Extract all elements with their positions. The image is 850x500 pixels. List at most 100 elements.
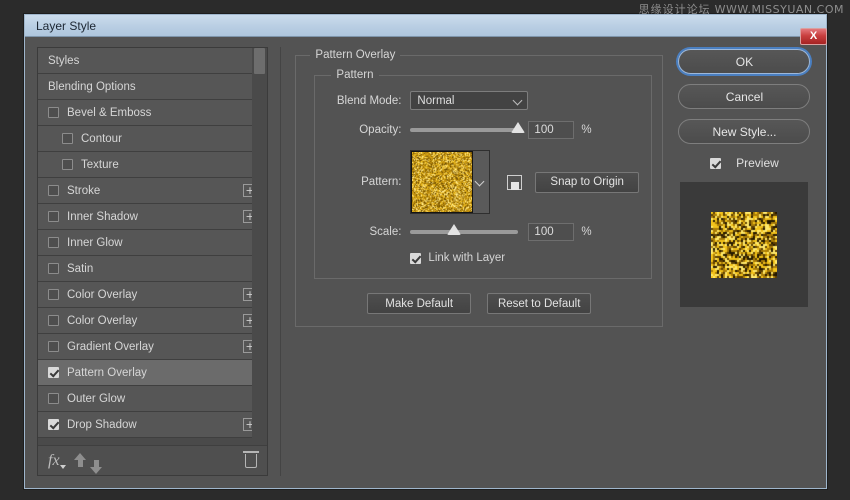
- pattern-subgroup: Pattern Blend Mode: Normal Opacity:: [314, 69, 652, 279]
- style-row-label: Contour: [81, 133, 260, 145]
- styles-list[interactable]: Styles Blending Options Bevel & Emboss Cont…: [38, 48, 267, 445]
- ok-button[interactable]: OK: [678, 49, 810, 74]
- style-row-label: Blending Options: [48, 81, 260, 93]
- watermark: 思缘设计论坛 WWW.MISSYUAN.COM: [639, 1, 844, 17]
- style-row-satin[interactable]: Satin: [38, 256, 266, 282]
- pattern-swatch[interactable]: [411, 151, 473, 213]
- style-row-label: Satin: [67, 263, 260, 275]
- styles-column: Styles Blending Options Bevel & Emboss Cont…: [37, 47, 268, 476]
- style-checkbox[interactable]: [48, 419, 59, 430]
- style-row-bevel-emboss[interactable]: Bevel & Emboss: [38, 100, 266, 126]
- dialog-body: Styles Blending Options Bevel & Emboss Cont…: [25, 37, 826, 488]
- preview-row[interactable]: Preview: [710, 156, 779, 170]
- opacity-label: Opacity:: [327, 124, 401, 136]
- styles-scrollbar[interactable]: [252, 48, 267, 445]
- style-row-label: Inner Glow: [67, 237, 260, 249]
- styles-panel: Styles Blending Options Bevel & Emboss Cont…: [37, 47, 268, 476]
- watermark-url: WWW.MISSYUAN.COM: [715, 3, 844, 16]
- style-checkbox[interactable]: [48, 341, 59, 352]
- blend-mode-select[interactable]: Normal: [410, 91, 528, 110]
- pattern-subgroup-title: Pattern: [331, 69, 378, 81]
- chevron-down-icon: [513, 96, 523, 106]
- new-style-button[interactable]: New Style...: [678, 119, 810, 144]
- reset-to-default-button[interactable]: Reset to Default: [487, 293, 591, 314]
- style-row-styles[interactable]: Styles: [38, 48, 266, 74]
- style-row-label: Stroke: [67, 185, 243, 197]
- pattern-dropdown[interactable]: [473, 151, 489, 213]
- style-row-blending-options[interactable]: Blending Options: [38, 74, 266, 100]
- pattern-label: Pattern:: [327, 176, 401, 188]
- preview-label: Preview: [736, 156, 779, 170]
- style-row-stroke[interactable]: Stroke+: [38, 178, 266, 204]
- opacity-value: 100: [534, 124, 553, 136]
- blend-mode-label: Blend Mode:: [327, 95, 401, 107]
- style-row-label: Gradient Overlay: [67, 341, 243, 353]
- style-checkbox[interactable]: [48, 393, 59, 404]
- style-checkbox[interactable]: [62, 133, 73, 144]
- style-row-label: Texture: [81, 159, 260, 171]
- style-row-label: Color Overlay: [67, 315, 243, 327]
- scale-label: Scale:: [327, 226, 401, 238]
- style-row-inner-shadow[interactable]: Inner Shadow+: [38, 204, 266, 230]
- link-with-layer-label: Link with Layer: [428, 252, 505, 264]
- new-pattern-icon[interactable]: [507, 175, 522, 190]
- style-checkbox[interactable]: [62, 159, 73, 170]
- scale-slider[interactable]: [410, 230, 518, 234]
- style-row-label: Pattern Overlay: [67, 367, 260, 379]
- scale-value: 100: [534, 226, 553, 238]
- scrollbar-thumb[interactable]: [254, 48, 265, 74]
- trash-icon[interactable]: [245, 454, 257, 468]
- style-checkbox[interactable]: [48, 263, 59, 274]
- defaults-row: Make Default Reset to Default: [306, 293, 652, 314]
- pattern-overlay-group-title: Pattern Overlay: [310, 49, 400, 61]
- layer-style-dialog: Layer Style X Styles Blending Options Beve…: [24, 14, 827, 489]
- blend-mode-row: Blend Mode: Normal: [327, 91, 639, 110]
- close-button[interactable]: X: [800, 28, 827, 45]
- snap-to-origin-button[interactable]: Snap to Origin: [535, 172, 639, 193]
- fx-icon[interactable]: fx: [48, 453, 60, 469]
- style-checkbox[interactable]: [48, 185, 59, 196]
- watermark-chinese: 思缘设计论坛: [639, 3, 711, 16]
- make-default-button[interactable]: Make Default: [367, 293, 471, 314]
- style-row-label: Color Overlay: [67, 289, 243, 301]
- style-checkbox[interactable]: [48, 315, 59, 326]
- style-row-contour[interactable]: Contour: [38, 126, 266, 152]
- opacity-slider[interactable]: [410, 128, 518, 132]
- opacity-row: Opacity: 100 %: [327, 121, 639, 139]
- opacity-input[interactable]: 100: [528, 121, 574, 139]
- style-row-texture[interactable]: Texture: [38, 152, 266, 178]
- chevron-down-icon: [475, 177, 485, 187]
- link-with-layer-checkbox[interactable]: [410, 253, 421, 264]
- style-row-label: Bevel & Emboss: [67, 107, 260, 119]
- style-row-gradient-overlay[interactable]: Gradient Overlay+: [38, 334, 266, 360]
- opacity-unit: %: [581, 124, 591, 136]
- scale-slider-thumb[interactable]: [447, 224, 461, 235]
- style-checkbox[interactable]: [48, 367, 59, 378]
- link-with-layer-row[interactable]: Link with Layer: [410, 252, 639, 264]
- style-row-inner-glow[interactable]: Inner Glow: [38, 230, 266, 256]
- title-bar: Layer Style X: [25, 15, 826, 37]
- opacity-slider-thumb[interactable]: [511, 122, 525, 133]
- style-row-label: Outer Glow: [67, 393, 260, 405]
- close-icon: X: [810, 31, 817, 42]
- scale-unit: %: [581, 226, 591, 238]
- right-panel: OK Cancel New Style... Preview: [675, 47, 814, 476]
- style-row-outer-glow[interactable]: Outer Glow: [38, 386, 266, 412]
- style-row-color-overlay[interactable]: Color Overlay+: [38, 282, 266, 308]
- style-checkbox[interactable]: [48, 237, 59, 248]
- style-row-color-overlay[interactable]: Color Overlay+: [38, 308, 266, 334]
- style-row-pattern-overlay[interactable]: Pattern Overlay: [38, 360, 266, 386]
- pattern-picker[interactable]: [410, 150, 490, 214]
- preview-thumbnail: [711, 212, 777, 278]
- style-checkbox[interactable]: [48, 107, 59, 118]
- style-row-label: Inner Shadow: [67, 211, 243, 223]
- preview-checkbox[interactable]: [710, 158, 721, 169]
- style-row-drop-shadow[interactable]: Drop Shadow+: [38, 412, 266, 438]
- style-checkbox[interactable]: [48, 289, 59, 300]
- window-title: Layer Style: [36, 19, 96, 33]
- scale-input[interactable]: 100: [528, 223, 574, 241]
- style-checkbox[interactable]: [48, 211, 59, 222]
- cancel-button[interactable]: Cancel: [678, 84, 810, 109]
- effects-toolbar: fx: [38, 445, 267, 475]
- style-row-label: Drop Shadow: [67, 419, 243, 431]
